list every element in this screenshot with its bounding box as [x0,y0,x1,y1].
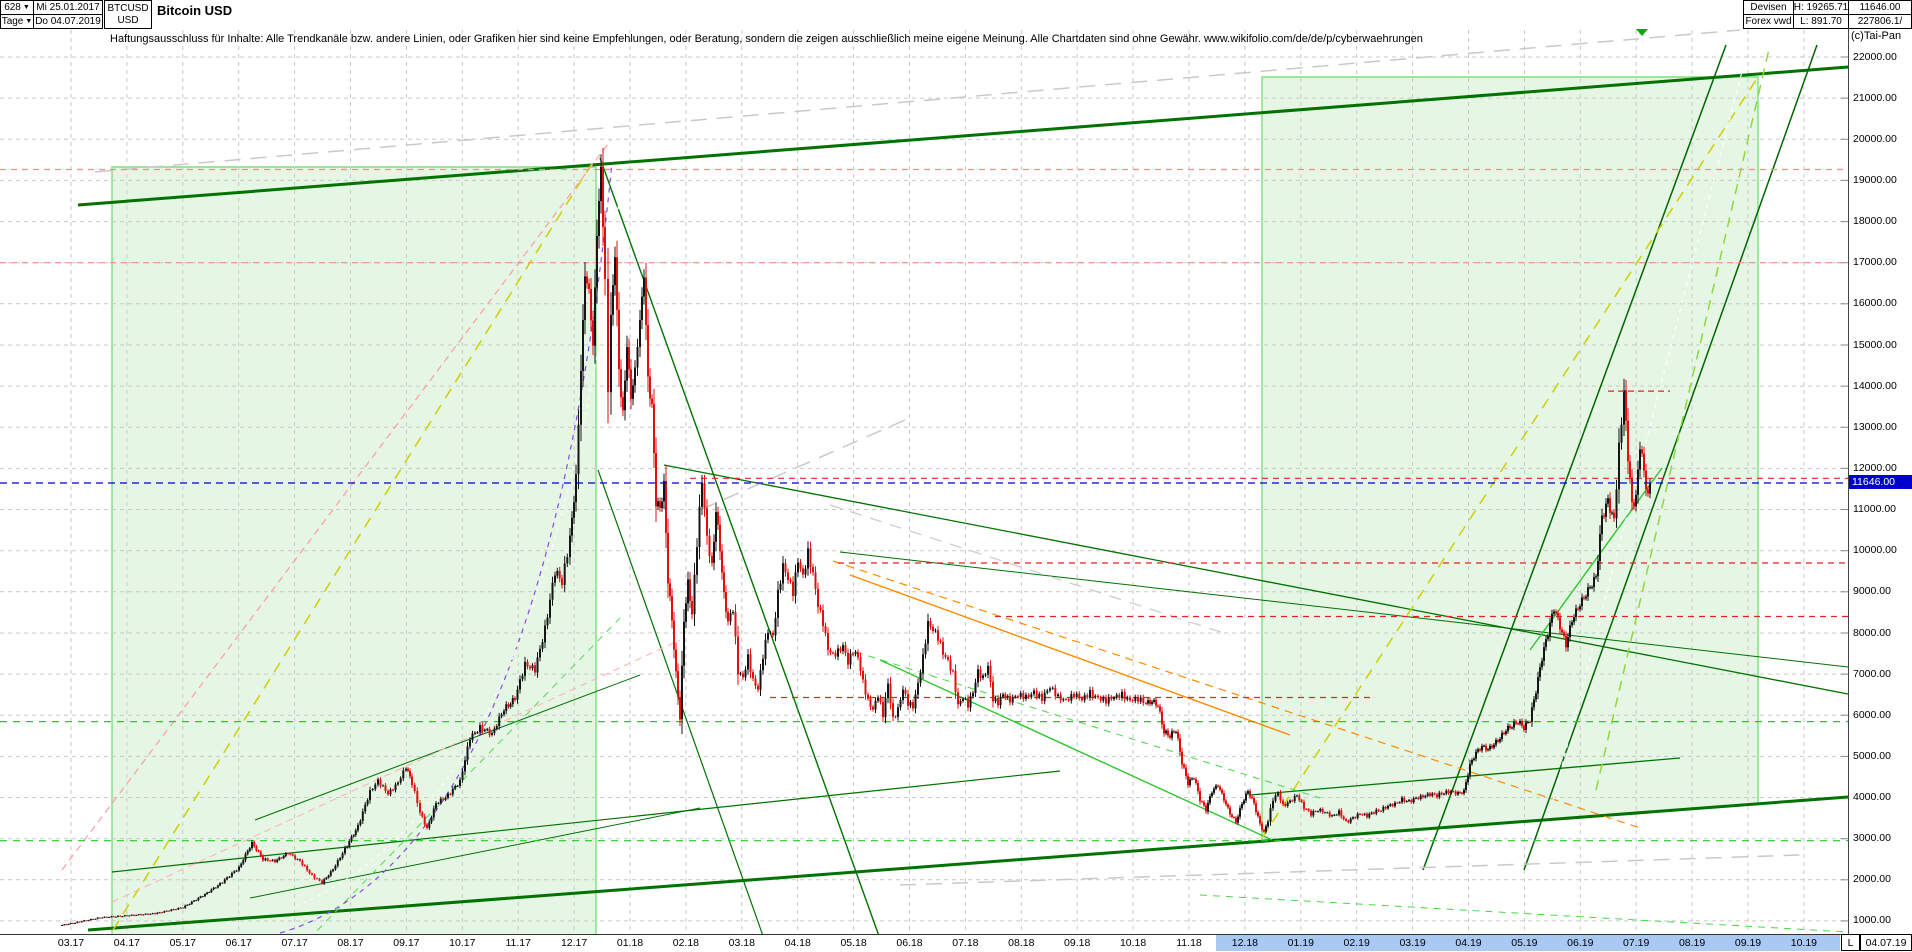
price-axis-label: 2000.00 [1853,873,1891,886]
date-axis-label: 08.18 [1008,937,1035,949]
date-axis-label: 07.18 [952,937,979,949]
date-to-value: Do 04.07.2019 [35,15,101,27]
copyright-label: (c)Tai-Pan [1851,30,1902,42]
date-axis-label: 10.18 [1119,937,1147,949]
market-label: Devisen [1743,0,1794,15]
period-dropdown[interactable]: Tage ▼ [0,14,34,29]
date-axis-label: 03.18 [728,937,755,949]
date-from-value: Mi 25.01.2017 [36,1,100,13]
extra-value-label: 227806.1/ [1848,14,1912,29]
symbol-value: BTCUSD [107,2,149,14]
date-axis-label: 05.19 [1511,937,1538,949]
date-axis-label: 09.19 [1734,937,1762,949]
price-axis-label: 12000.00 [1853,461,1897,474]
alarm-marker-icon [1636,29,1648,36]
date-axis-label: 03.19 [1399,937,1426,949]
price-axis-label: 4000.00 [1853,791,1891,803]
period-value: Tage [1,15,24,27]
last-price-label: 11646.00 [1848,0,1912,15]
low-label: L: 891.70 [1793,14,1849,29]
gray-old-mid-up [699,419,906,511]
chart-plot[interactable] [0,0,1912,952]
price-axis-label: 17000.00 [1853,256,1897,269]
price-axis-label: 10000.00 [1853,544,1897,557]
date-axis-label: 11.17 [505,937,531,949]
price-axis-label: 21000.00 [1853,91,1897,104]
date-to-field[interactable]: Do 04.07.2019 [33,14,103,29]
bar-count-value: 628 [4,1,21,13]
date-axis-label: 06.18 [896,937,923,949]
current-price-tag: 11646.00 [1849,475,1912,489]
date-axis-label: 03.17 [57,937,85,949]
date-axis-label: 05.18 [840,937,867,949]
price-axis-label: 13000.00 [1853,420,1897,433]
date-axis-label: 09.17 [393,937,420,949]
price-axis-label: 16000.00 [1853,297,1897,310]
price-axis-label: 1000.00 [1853,914,1891,927]
linear-scale-button[interactable]: L [1841,934,1860,951]
price-axis-label: 18000.00 [1853,215,1897,228]
date-axis-label: 04.19 [1455,937,1482,949]
date-axis-label: 04.18 [784,937,811,949]
price-axis-label: 3000.00 [1853,832,1891,845]
date-axis-label: 06.17 [225,937,252,949]
end-date-box: 04.07.19 [1860,934,1912,951]
date-axis-label: 09.18 [1064,937,1091,949]
date-axis-label: 07.19 [1623,937,1650,949]
price-axis-label: 14000.00 [1853,379,1897,392]
date-axis-label: 12.17 [560,937,588,949]
date-axis-label: 05.17 [169,937,196,949]
price-axis-label: 7000.00 [1853,667,1891,680]
disclaimer-text: Haftungsausschluss für Inhalte: Alle Tre… [110,33,1423,45]
price-axis-label: 9000.00 [1853,585,1891,598]
price-axis-label: 5000.00 [1853,749,1891,762]
currency-value: USD [117,14,139,26]
date-axis-label: 04.17 [113,937,141,949]
date-axis-label: 08.17 [337,937,364,949]
date-axis-label: 11.18 [1176,937,1202,949]
price-axis-label: 15000.00 [1853,338,1897,351]
price-axis-label: 8000.00 [1853,626,1891,639]
date-axis-label: 01.19 [1287,937,1314,949]
date-axis-label: 10.19 [1790,937,1818,949]
date-axis-label: 07.17 [281,937,308,949]
date-from-field[interactable]: Mi 25.01.2017 [33,0,103,15]
price-axis-label: 20000.00 [1853,132,1897,145]
dropdown-arrow-icon: ▼ [25,17,33,25]
price-axis-label: 6000.00 [1853,708,1891,721]
green-zone-2017 [111,166,597,939]
gray-old-mid-down [829,504,1231,636]
trend-zones [111,76,1759,939]
symbol-box[interactable]: BTCUSD USD [104,0,152,29]
date-axis-label: 02.19 [1343,937,1370,949]
date-axis-label: 01.18 [616,937,644,949]
taipan-chart-window: 628 ▼ Tage ▼ Mi 25.01.2017 Do 04.07.2019 B… [0,0,1912,952]
high-label: H: 19265.71 [1793,0,1849,15]
lime-decline-to-dec18-low [879,659,1273,841]
dropdown-arrow-icon: ▼ [22,3,30,11]
page-title: Bitcoin USD [157,3,233,18]
price-axis-label: 22000.00 [1853,50,1897,63]
date-axis-label: 02.18 [672,937,700,949]
bar-count-dropdown[interactable]: 628 ▼ [0,0,34,15]
date-axis-label: 06.19 [1567,937,1594,949]
date-axis-label: 08.19 [1678,937,1706,949]
date-axis-label: 10.17 [449,937,476,949]
price-axis-label: 11000.00 [1853,503,1897,515]
price-axis-label: 19000.00 [1853,173,1897,186]
datafeed-label: Forex vwd [1743,14,1794,29]
date-axis-label: 12.18 [1231,937,1259,949]
